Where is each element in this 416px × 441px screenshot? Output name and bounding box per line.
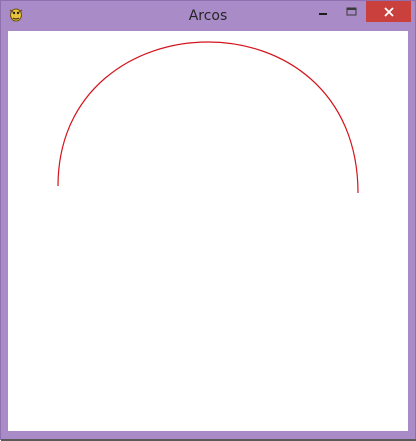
close-icon bbox=[383, 2, 394, 21]
maximize-button[interactable] bbox=[338, 1, 364, 22]
pygame-snake-icon[interactable] bbox=[7, 6, 25, 24]
minimize-button[interactable] bbox=[310, 1, 336, 22]
red-arc bbox=[57, 41, 359, 194]
app-window: Arcos bbox=[0, 0, 416, 441]
arc-drawing bbox=[57, 41, 359, 194]
drawing-canvas[interactable] bbox=[8, 31, 408, 431]
title-bar[interactable]: Arcos bbox=[1, 1, 415, 31]
minimize-icon bbox=[318, 2, 328, 21]
maximize-icon bbox=[346, 2, 357, 21]
close-button[interactable] bbox=[366, 1, 411, 22]
